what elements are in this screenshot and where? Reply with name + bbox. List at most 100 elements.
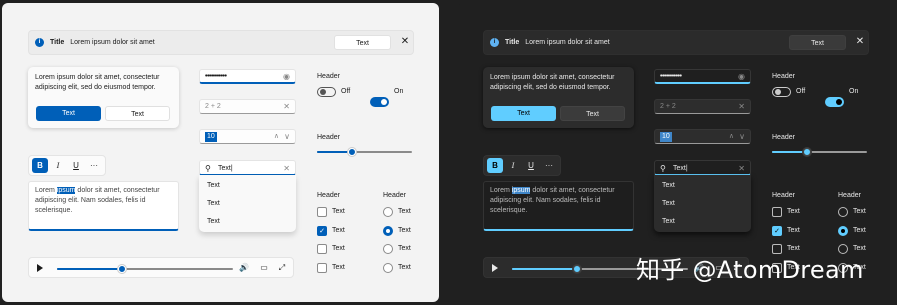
checkbox[interactable]: ✓ (772, 226, 782, 236)
text-box[interactable]: 2 + 2 ✕ (199, 99, 296, 114)
password-box[interactable]: ••••••••••• ◉ (654, 69, 751, 84)
radio-button[interactable] (383, 244, 393, 254)
chevron-down-icon[interactable]: ∨ (284, 130, 290, 144)
italic-button[interactable]: I (50, 158, 66, 173)
suggestion-item[interactable]: Text (199, 195, 296, 213)
secondary-button[interactable]: Text (560, 106, 625, 121)
suggestion-item[interactable]: Text (654, 213, 751, 231)
toggle-header: Header (317, 73, 340, 80)
info-bar-title: Title (505, 39, 520, 46)
italic-button[interactable]: I (505, 158, 521, 173)
rich-text-before: Lorem (35, 187, 57, 194)
auto-suggest-box[interactable]: ⚲ Text| ✕ (654, 160, 751, 176)
slider-thumb[interactable] (803, 148, 812, 156)
info-bar: i Title Lorem ipsum dolor sit amet Text … (28, 30, 414, 55)
radio-button[interactable] (838, 226, 848, 236)
primary-button[interactable]: Text (36, 106, 101, 121)
radio-button[interactable] (383, 226, 393, 236)
underline-button[interactable]: U (68, 158, 84, 173)
checkbox-header: Header (317, 192, 340, 199)
info-icon: i (35, 38, 44, 47)
suggestion-item[interactable]: Text (199, 213, 296, 231)
rich-text-before: Lorem (490, 187, 512, 194)
close-icon[interactable]: ✕ (854, 36, 866, 48)
radio-header: Header (383, 192, 406, 199)
clear-icon[interactable]: ✕ (283, 100, 290, 114)
info-icon: i (490, 38, 499, 47)
slider-fill (772, 151, 808, 153)
info-bar-action-button[interactable]: Text (334, 35, 391, 50)
closed-captions-icon[interactable]: ▭ (258, 263, 270, 272)
slider-track[interactable] (772, 148, 867, 156)
format-toolbar: B I U ··· (483, 155, 561, 176)
toggle-header: Header (772, 73, 795, 80)
watermark: 知乎 @AtomDream (636, 256, 864, 284)
suggestion-item[interactable]: Text (654, 177, 751, 195)
toggle-switch-off[interactable] (317, 87, 336, 97)
radio-button[interactable] (838, 207, 848, 217)
bold-button[interactable]: B (487, 158, 503, 173)
seek-thumb[interactable] (118, 265, 127, 273)
suggestion-item[interactable]: Text (654, 195, 751, 213)
volume-icon[interactable]: 🔊 (238, 263, 250, 272)
radio-label: Text (853, 208, 866, 215)
bold-button[interactable]: B (32, 158, 48, 173)
close-icon[interactable]: ✕ (399, 36, 411, 48)
dialog-body: Lorem ipsum dolor sit amet, consectetur … (490, 74, 615, 91)
suggestion-list: Text Text Text (654, 175, 751, 232)
info-bar-message: Lorem ipsum dolor sit amet (70, 39, 155, 46)
primary-button[interactable]: Text (491, 106, 556, 121)
number-box[interactable]: 10 ∧ ∨ (654, 129, 751, 144)
checkbox[interactable] (317, 207, 327, 217)
rich-text-selection: ipsum (511, 187, 531, 194)
more-icon[interactable]: ··· (541, 158, 557, 173)
checkbox[interactable] (772, 207, 782, 217)
auto-suggest-box[interactable]: ⚲ Text| ✕ (199, 160, 296, 176)
number-box-value: 10 (660, 132, 672, 142)
chevron-down-icon[interactable]: ∨ (739, 130, 745, 144)
chevron-up-icon[interactable]: ∧ (274, 130, 279, 144)
radio-label: Text (853, 227, 866, 234)
dialog-card: Lorem ipsum dolor sit amet, consectetur … (28, 67, 179, 128)
seek-thumb[interactable] (573, 265, 582, 273)
radio-button[interactable] (383, 207, 393, 217)
eye-icon[interactable]: ◉ (283, 70, 290, 84)
number-box[interactable]: 10 ∧ ∨ (199, 129, 296, 144)
radio-header: Header (838, 192, 861, 199)
underline-button[interactable]: U (523, 158, 539, 173)
search-icon: ⚲ (660, 164, 666, 173)
rich-edit-box[interactable]: Lorem ipsum dolor sit amet, consectetur … (28, 181, 179, 231)
toggle-switch-off[interactable] (772, 87, 791, 97)
checkbox[interactable]: ✓ (317, 226, 327, 236)
clear-icon[interactable]: ✕ (738, 100, 745, 114)
rich-edit-box[interactable]: Lorem ipsum dolor sit amet, consectetur … (483, 181, 634, 231)
more-icon[interactable]: ··· (86, 158, 102, 173)
info-bar-message: Lorem ipsum dolor sit amet (525, 39, 610, 46)
fullscreen-icon[interactable]: ⤢ (276, 263, 288, 273)
slider-thumb[interactable] (348, 148, 357, 156)
checkbox-label: Text (332, 227, 345, 234)
password-box[interactable]: ••••••••••• ◉ (199, 69, 296, 84)
format-toolbar: B I U ··· (28, 155, 106, 176)
info-bar-action-button[interactable]: Text (789, 35, 846, 50)
checkbox[interactable] (317, 263, 327, 273)
seek-bar[interactable] (57, 265, 233, 273)
text-box[interactable]: 2 + 2 ✕ (654, 99, 751, 114)
chevron-up-icon[interactable]: ∧ (729, 130, 734, 144)
play-icon[interactable] (37, 263, 43, 272)
toggle-switch-on[interactable] (370, 97, 389, 107)
secondary-button[interactable]: Text (105, 106, 170, 121)
eye-icon[interactable]: ◉ (738, 70, 745, 84)
toggle-on-label: On (394, 88, 404, 95)
play-icon[interactable] (492, 263, 498, 272)
slider-header: Header (317, 134, 340, 141)
clear-icon[interactable]: ✕ (283, 161, 290, 176)
password-value: ••••••••••• (205, 73, 227, 80)
checkbox-header: Header (772, 192, 795, 199)
slider-track[interactable] (317, 148, 412, 156)
suggestion-item[interactable]: Text (199, 177, 296, 195)
checkbox[interactable] (317, 244, 327, 254)
toggle-switch-on[interactable] (825, 97, 844, 107)
radio-button[interactable] (383, 263, 393, 273)
clear-icon[interactable]: ✕ (738, 161, 745, 176)
